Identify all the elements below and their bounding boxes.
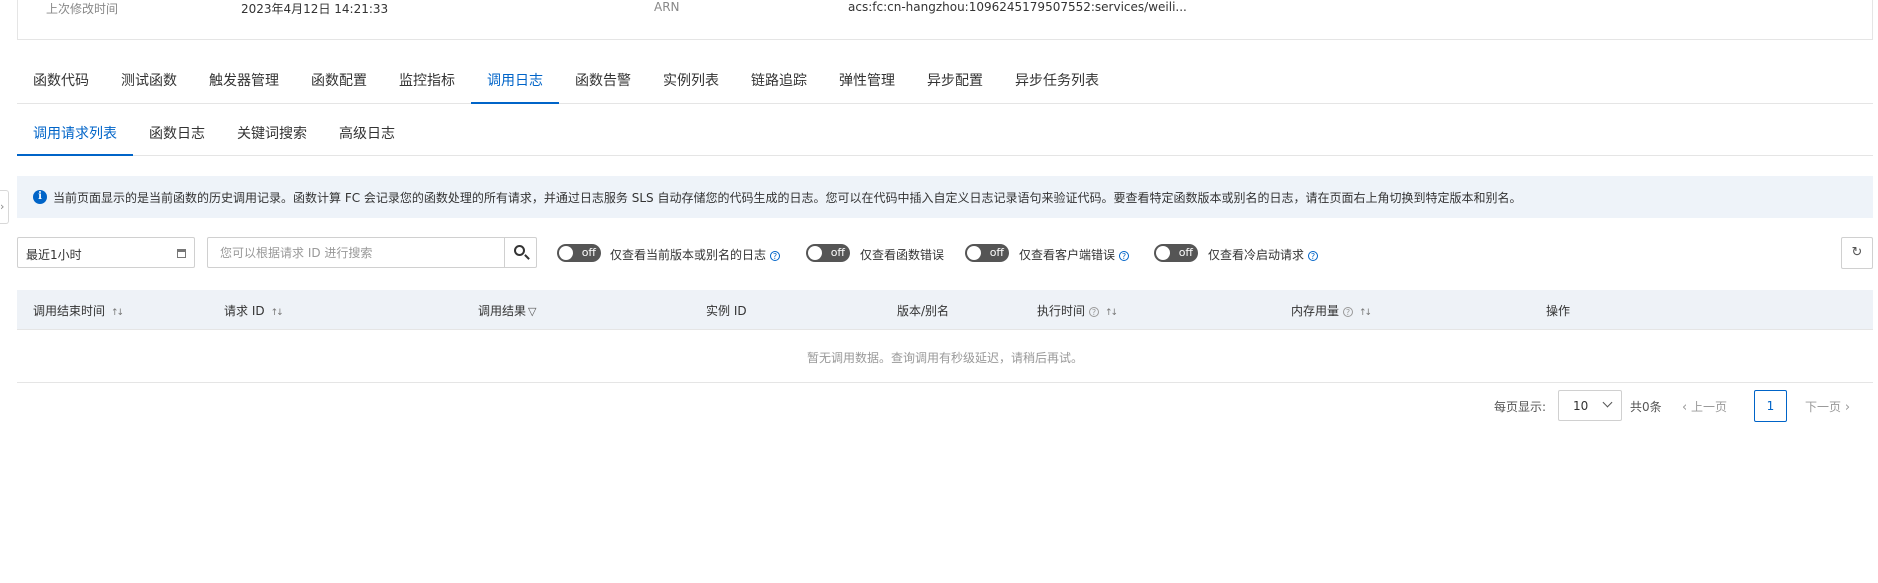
toggle-knob	[559, 246, 573, 260]
toggle-client-errors-label: 仅查看客户端错误?	[1019, 246, 1130, 263]
filter-icon[interactable]: ▽	[528, 305, 536, 318]
column-memory-usage-label: 内存用量	[1291, 304, 1340, 318]
help-icon[interactable]: ?	[1089, 307, 1100, 317]
function-info-card: 上次修改时间 2023年4月12日 14:21:33 ARN acs:fc:cn…	[17, 0, 1873, 40]
toggle-state: off	[581, 246, 596, 259]
column-result-label: 调用结果	[478, 304, 527, 318]
toggle-function-errors-label: 仅查看函数错误	[860, 248, 945, 262]
subtab-request-list[interactable]: 调用请求列表	[17, 115, 133, 156]
column-exec-time-label: 执行时间	[1037, 304, 1086, 318]
next-page-button[interactable]: 下一页 ›	[1805, 398, 1850, 415]
column-end-time[interactable]: 调用结束时间 ↑↓	[33, 302, 124, 319]
last-modified-label: 上次修改时间	[46, 2, 119, 16]
prev-page-label: 上一页	[1691, 400, 1728, 414]
toggle-current-version-label: 仅查看当前版本或别名的日志?	[610, 246, 781, 263]
toggle-knob	[808, 246, 822, 260]
log-subtabs: 调用请求列表 函数日志 关键词搜索 高级日志	[17, 115, 1873, 156]
arn-label: ARN	[654, 0, 680, 14]
search-button[interactable]	[504, 238, 536, 267]
tab-tracing[interactable]: 链路追踪	[751, 62, 807, 104]
tab-function-alerts[interactable]: 函数告警	[575, 62, 631, 104]
tab-invocation-logs[interactable]: 调用日志	[471, 62, 559, 104]
column-exec-time[interactable]: 执行时间? ↑↓	[1037, 302, 1118, 319]
toggle-state: off	[830, 246, 845, 259]
toggle-function-errors-only[interactable]: off	[806, 244, 850, 262]
toggle-knob	[1156, 246, 1170, 260]
page-size-select[interactable]: 10	[1558, 390, 1622, 421]
calendar-icon	[177, 249, 186, 258]
tab-function-config[interactable]: 函数配置	[311, 62, 367, 104]
prev-page-button[interactable]: ‹ 上一页	[1682, 398, 1727, 415]
tab-elastic-management[interactable]: 弹性管理	[839, 62, 895, 104]
toggle-client-errors-text: 仅查看客户端错误	[1019, 248, 1116, 262]
function-tabs: 函数代码 测试函数 触发器管理 函数配置 监控指标 调用日志 函数告警 实例列表…	[17, 62, 1873, 104]
column-request-id[interactable]: 请求 ID ↑↓	[224, 302, 284, 319]
toggle-current-version-text: 仅查看当前版本或别名的日志	[610, 248, 767, 262]
tab-monitoring-metrics[interactable]: 监控指标	[399, 62, 455, 104]
table-header: 调用结束时间 ↑↓ 请求 ID ↑↓ 调用结果 ▽ 实例 ID 版本/别名 执行时间?…	[17, 290, 1873, 330]
help-icon[interactable]: ?	[1119, 251, 1130, 261]
refresh-icon: ↻	[1851, 245, 1863, 260]
chevron-left-icon: ‹	[1682, 400, 1688, 415]
empty-message: 暂无调用数据。查询调用有秒级延迟，请稍后再试。	[806, 351, 1083, 365]
tab-async-task-list[interactable]: 异步任务列表	[1015, 62, 1099, 104]
request-search-box	[207, 237, 537, 268]
sort-icon[interactable]: ↑↓	[111, 308, 124, 318]
info-notice: i 当前页面显示的是当前函数的历史调用记录。函数计算 FC 会记录您的函数处理的…	[17, 176, 1873, 218]
toggle-client-errors-only[interactable]: off	[965, 244, 1009, 262]
tab-trigger-management[interactable]: 触发器管理	[209, 62, 279, 104]
tab-function-code[interactable]: 函数代码	[33, 62, 89, 104]
toggle-cold-start-only[interactable]: off	[1154, 244, 1198, 262]
column-result[interactable]: 调用结果 ▽	[478, 302, 536, 319]
column-actions: 操作	[1546, 304, 1571, 318]
tab-async-config[interactable]: 异步配置	[927, 62, 983, 104]
sort-icon[interactable]: ↑↓	[271, 308, 284, 318]
column-request-id-label: 请求 ID	[224, 304, 265, 318]
search-icon	[514, 245, 525, 256]
toggle-state: off	[989, 246, 1004, 259]
chevron-right-icon: ›	[1844, 400, 1851, 415]
column-instance-id: 实例 ID	[706, 304, 747, 318]
sort-icon[interactable]: ↑↓	[1359, 308, 1372, 318]
total-count: 共0条	[1630, 400, 1662, 414]
chevron-right-icon: ›	[0, 200, 5, 213]
column-memory-usage[interactable]: 内存用量? ↑↓	[1291, 302, 1372, 319]
request-id-search-input[interactable]	[208, 238, 504, 267]
subtab-function-logs[interactable]: 函数日志	[149, 115, 205, 156]
log-filter-toolbar: 最近1小时 off 仅查看当前版本或别名的日志? off 仅查看函数错误 off…	[17, 237, 1873, 269]
column-version-alias: 版本/别名	[897, 304, 950, 318]
help-icon[interactable]: ?	[1308, 251, 1319, 261]
arn-value: acs:fc:cn-hangzhou:1096245179507552:serv…	[848, 0, 1187, 14]
toggle-cold-start-text: 仅查看冷启动请求	[1208, 248, 1305, 262]
refresh-button[interactable]: ↻	[1841, 237, 1873, 269]
chevron-down-icon	[1602, 397, 1613, 408]
help-icon[interactable]: ?	[770, 251, 781, 261]
last-modified-value: 2023年4月12日 14:21:33	[241, 2, 389, 16]
toggle-knob	[967, 246, 981, 260]
toggle-current-version-only[interactable]: off	[557, 244, 601, 262]
page-size-value: 10	[1573, 399, 1589, 413]
notice-text: 当前页面显示的是当前函数的历史调用记录。函数计算 FC 会记录您的函数处理的所有…	[53, 191, 1522, 205]
subtab-advanced-logs[interactable]: 高级日志	[339, 115, 395, 156]
page-number-current[interactable]: 1	[1754, 390, 1787, 422]
sort-icon[interactable]: ↑↓	[1105, 308, 1118, 318]
per-page-label: 每页显示:	[1494, 400, 1547, 414]
tab-test-function[interactable]: 测试函数	[121, 62, 177, 104]
toggle-cold-start-label: 仅查看冷启动请求?	[1208, 246, 1319, 263]
table-empty-row: 暂无调用数据。查询调用有秒级延迟，请稍后再试。	[17, 330, 1873, 383]
time-range-picker[interactable]: 最近1小时	[17, 237, 195, 268]
info-icon: i	[33, 190, 47, 204]
pagination: 每页显示: 10 共0条 ‹ 上一页 1 下一页 ›	[1490, 390, 1870, 422]
tab-instance-list[interactable]: 实例列表	[663, 62, 719, 104]
help-icon[interactable]: ?	[1343, 307, 1354, 317]
side-panel-toggle[interactable]: ›	[0, 190, 9, 224]
subtab-keyword-search[interactable]: 关键词搜索	[237, 115, 307, 156]
next-page-label: 下一页	[1805, 400, 1842, 414]
toggle-state: off	[1178, 246, 1193, 259]
time-range-value: 最近1小时	[26, 248, 82, 262]
column-end-time-label: 调用结束时间	[33, 304, 106, 318]
